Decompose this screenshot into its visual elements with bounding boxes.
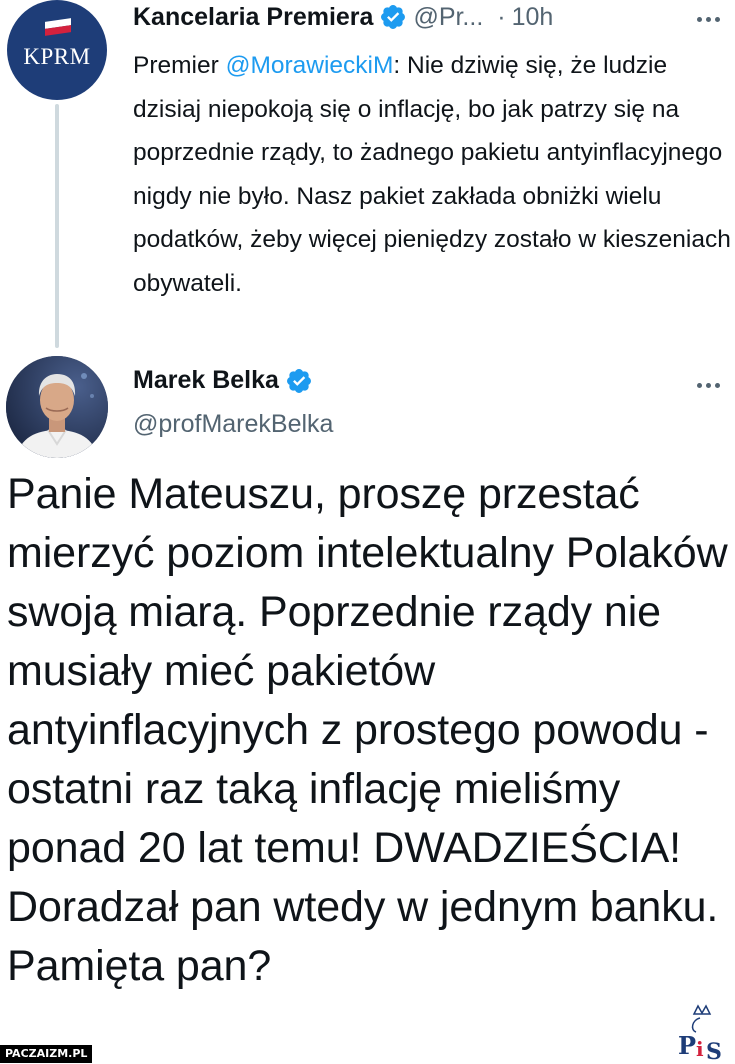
author-display-name[interactable]: Kancelaria Premiera — [133, 3, 373, 32]
tweet-header: Kancelaria Premiera @Pr... · 10h — [133, 0, 553, 34]
avatar-kprm[interactable]: KPRM — [7, 0, 107, 100]
site-watermark: PACZAIZM.PL — [0, 1045, 93, 1063]
svg-text:i: i — [696, 1037, 704, 1061]
main-tweet-header: Marek Belka — [133, 366, 313, 395]
verified-badge-icon — [381, 5, 406, 29]
author-handle[interactable]: @profMarekBelka — [133, 410, 333, 439]
mention-link[interactable]: @MorawieckiM — [226, 52, 394, 79]
author-handle[interactable]: @Pr... — [413, 3, 483, 32]
svg-text:P: P — [678, 1031, 696, 1060]
main-tweet-text: Panie Mateuszu, proszę przestać mierzyć … — [7, 470, 728, 990]
svg-text:S: S — [706, 1039, 722, 1062]
parent-tweet[interactable]: KPRM Kancelaria Premiera @Pr... · 10h Pr… — [0, 0, 735, 348]
tweet-text: Premier @MorawieckiM: Nie dziwię się, że… — [133, 44, 733, 305]
verified-badge-icon — [286, 368, 311, 393]
tweet-timestamp[interactable]: 10h — [512, 3, 554, 32]
flag-icon — [45, 18, 71, 36]
more-options-icon[interactable] — [697, 383, 720, 388]
thread-connector-line — [55, 104, 59, 348]
author-display-name[interactable]: Marek Belka — [133, 366, 279, 395]
separator-dot: · — [497, 2, 506, 31]
more-options-icon[interactable] — [697, 17, 720, 22]
tweet-text-prefix: Premier — [133, 52, 226, 79]
avatar-photo-icon — [6, 356, 108, 458]
pis-logo-icon: P i S — [678, 1004, 722, 1062]
tweet-text-rest: : Nie dziwię się, że ludzie dzisiaj niep… — [133, 52, 731, 297]
avatar-marek-belka[interactable] — [6, 356, 108, 458]
avatar-text: KPRM — [23, 44, 91, 69]
